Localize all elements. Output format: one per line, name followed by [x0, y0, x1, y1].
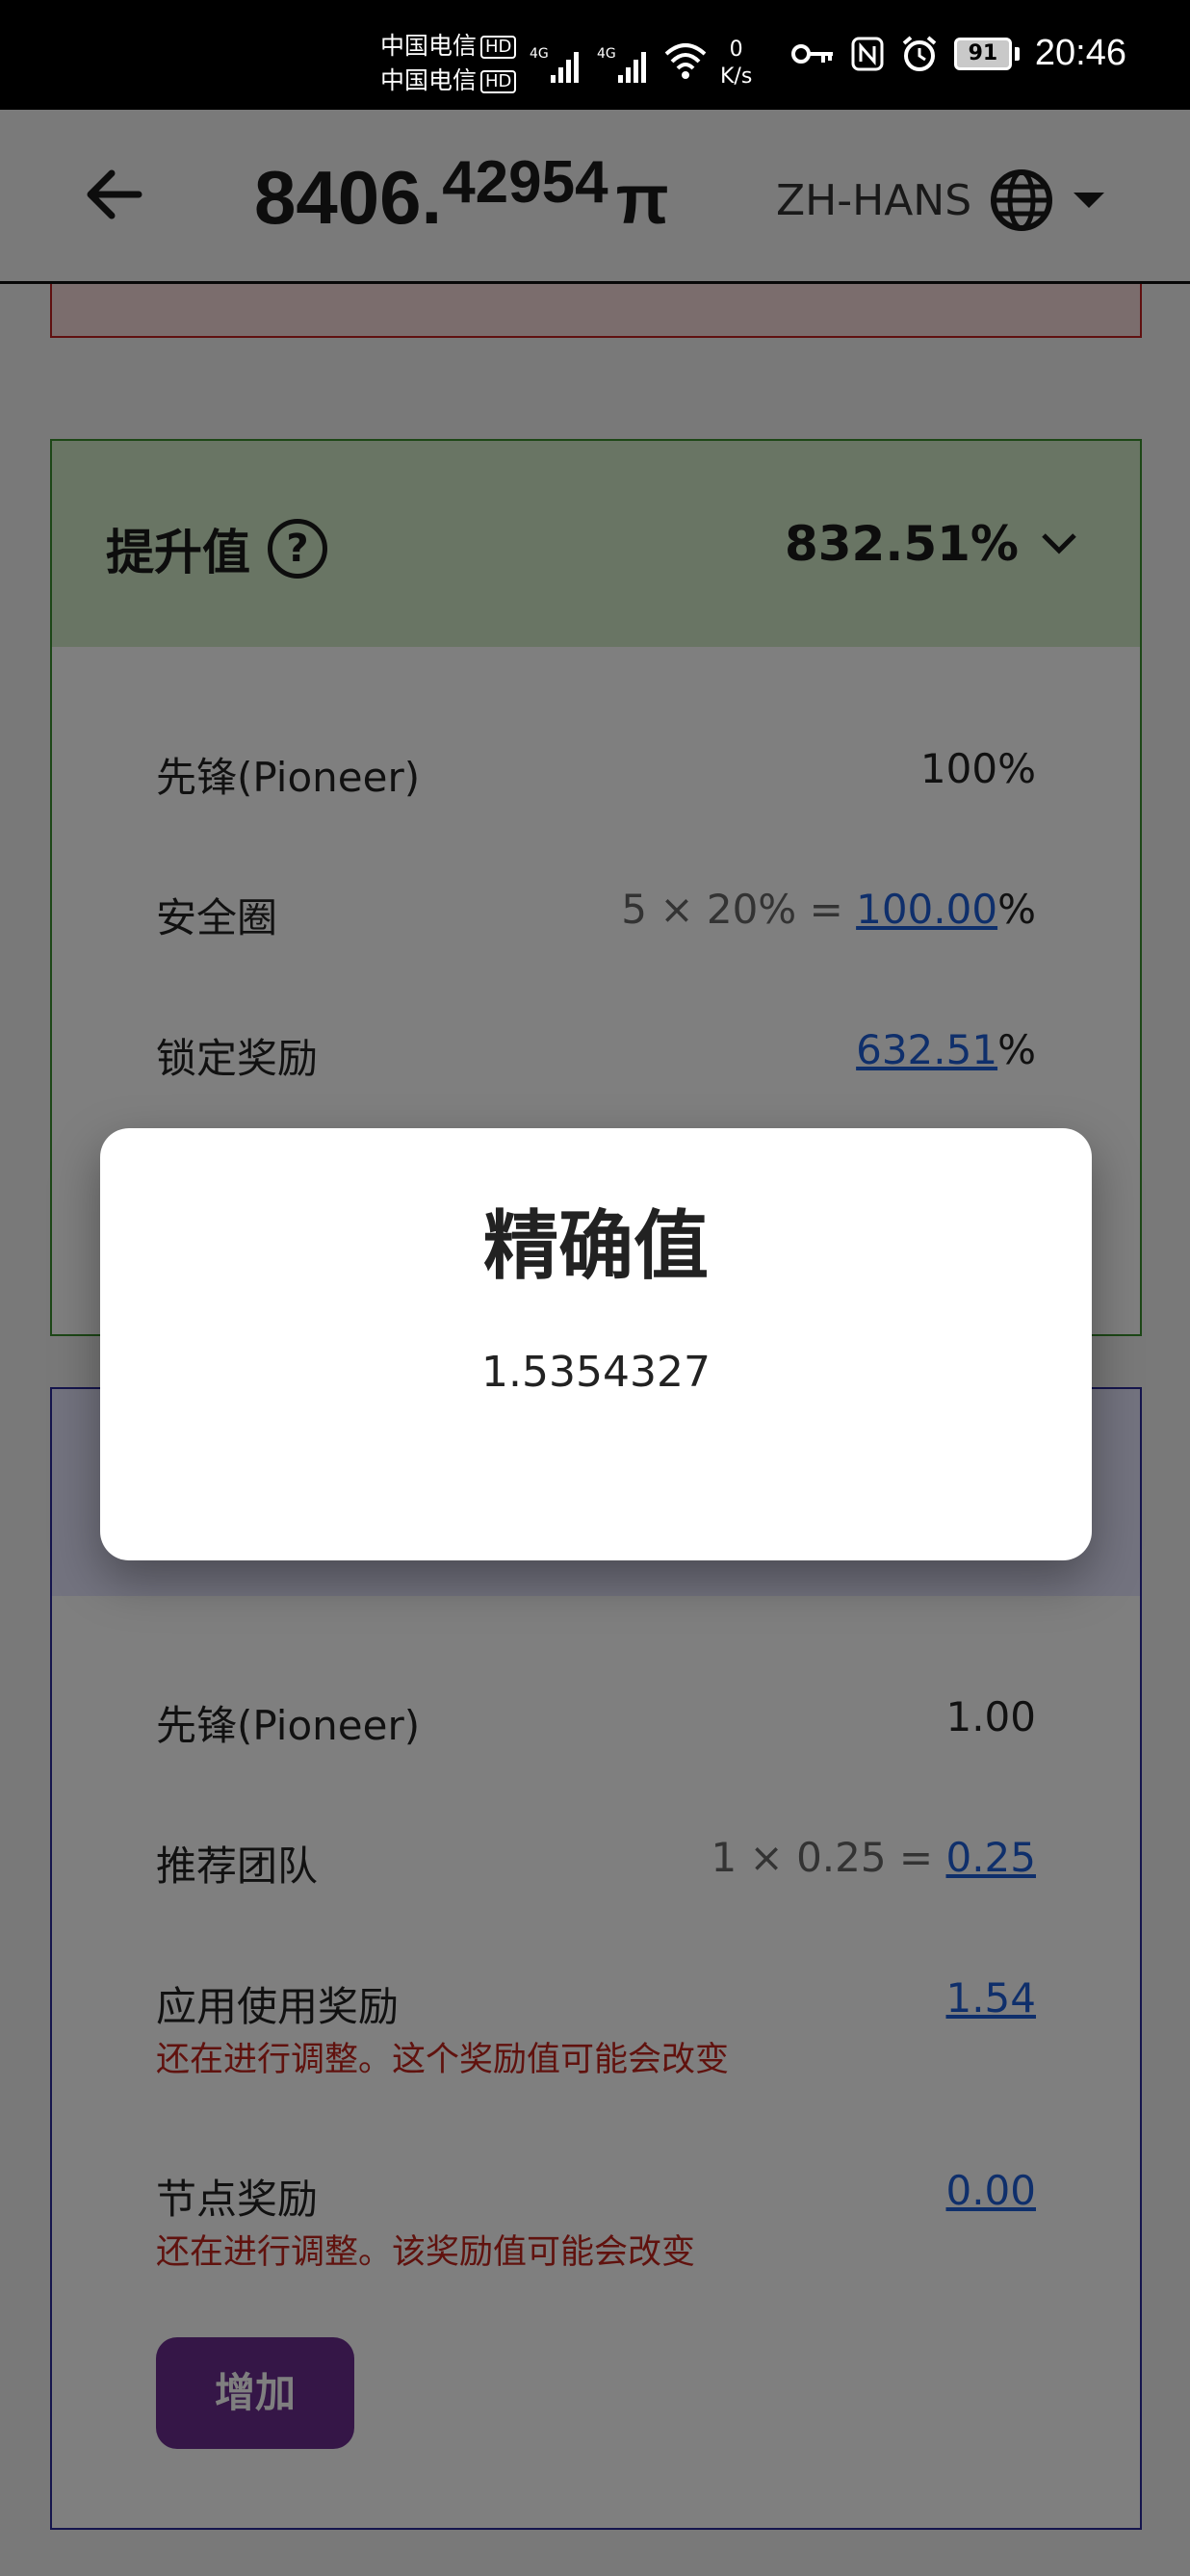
- net-speed-value: 0: [729, 38, 743, 62]
- dialog-value: 1.5354327: [481, 1348, 711, 1397]
- carrier-2-label: 中国电信: [380, 66, 478, 94]
- hd-badge: HD: [480, 36, 517, 59]
- net-speed: 0 K/s: [720, 37, 752, 90]
- battery-icon: 91: [953, 37, 1020, 70]
- key-icon: [790, 43, 833, 64]
- battery-level: 91: [953, 37, 1012, 70]
- network-type-label: 4G: [530, 46, 549, 62]
- network-type-label: 4G: [597, 46, 616, 62]
- hd-badge: HD: [480, 70, 517, 93]
- signal-icon: 4G: [530, 46, 579, 83]
- signal-icon: 4G: [597, 46, 646, 83]
- carrier-info: 中国电信 HD 中国电信 HD: [380, 29, 517, 98]
- net-speed-unit: K/s: [720, 64, 753, 89]
- alarm-icon: [902, 35, 937, 71]
- wifi-icon: [664, 43, 707, 79]
- carrier-1-label: 中国电信: [380, 32, 478, 60]
- exact-value-dialog: 精确值 1.5354327: [100, 1128, 1092, 1560]
- nfc-icon: [851, 37, 884, 70]
- status-bar: 中国电信 HD 中国电信 HD 4G 4G 0 K/s 91 20:46: [0, 0, 1190, 110]
- dialog-title: 精确值: [482, 1203, 709, 1290]
- status-icons: 91 20:46: [790, 33, 1126, 74]
- clock: 20:46: [1034, 33, 1126, 73]
